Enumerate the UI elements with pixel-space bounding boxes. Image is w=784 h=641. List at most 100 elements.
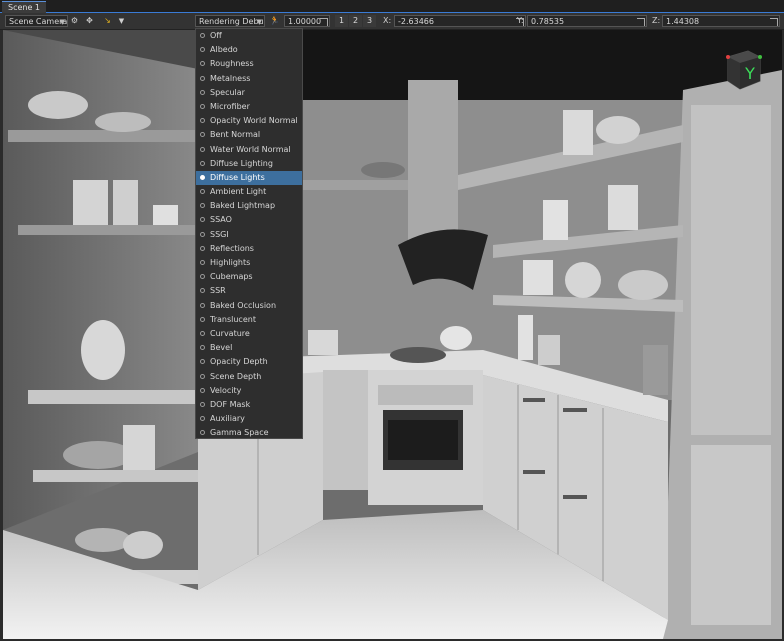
radio-icon	[200, 132, 205, 138]
y-label: Y:	[517, 16, 524, 25]
menu-item-label: Ambient Light	[210, 187, 267, 197]
menu-item-label: Diffuse Lighting	[210, 158, 273, 168]
y-coordinate-field[interactable]: 0.78535	[527, 15, 647, 27]
radio-icon	[200, 89, 205, 95]
menu-item-curvature[interactable]: Curvature	[196, 327, 302, 341]
y-value: 0.78535	[531, 17, 565, 26]
menu-item-scene-depth[interactable]: Scene Depth	[196, 370, 302, 384]
menu-item-label: Albedo	[210, 45, 238, 55]
menu-item-baked-occlusion[interactable]: Baked Occlusion	[196, 299, 302, 313]
menu-item-auxiliary[interactable]: Auxiliary	[196, 412, 302, 426]
radio-icon	[200, 302, 205, 308]
x-coordinate-field[interactable]: -2.63466	[394, 15, 526, 27]
view-1-button[interactable]: 1	[335, 15, 348, 27]
menu-item-ssr[interactable]: SSR	[196, 284, 302, 298]
render-mode-select[interactable]: Rendering Debug ▼	[195, 15, 265, 27]
radio-icon	[200, 75, 205, 81]
menu-item-dof-mask[interactable]: DOF Mask	[196, 398, 302, 412]
radio-icon	[200, 245, 205, 251]
radio-icon	[200, 359, 205, 365]
expand-icon	[637, 18, 645, 26]
radio-icon	[200, 61, 205, 67]
radio-icon	[200, 274, 205, 280]
menu-item-label: Bevel	[210, 343, 233, 353]
gear-icon[interactable]: ⚙	[68, 15, 81, 27]
radio-icon	[200, 189, 205, 195]
menu-item-label: SSGI	[210, 229, 229, 239]
menu-item-label: Metalness	[210, 73, 251, 83]
radio-icon	[200, 118, 205, 124]
kitchen-scene-render	[3, 30, 782, 639]
z-coordinate-field[interactable]: 1.44308	[662, 15, 780, 27]
chevron-down-icon[interactable]: ▼	[115, 15, 128, 27]
menu-item-translucent[interactable]: Translucent	[196, 313, 302, 327]
menu-item-gamma-space[interactable]: Gamma Space	[196, 426, 302, 440]
menu-item-label: SSAO	[210, 215, 232, 225]
menu-item-ambient-light[interactable]: Ambient Light	[196, 185, 302, 199]
menu-item-metalness[interactable]: Metalness	[196, 72, 302, 86]
menu-item-label: Specular	[210, 87, 245, 97]
render-mode-label: Rendering Debug	[199, 17, 265, 26]
expand-icon	[320, 18, 328, 26]
viewport-toolbar: Scene Camera ▼ ⚙ ✥ ↘ ▼ Rendering Debug ▼…	[0, 13, 784, 30]
radio-icon	[200, 330, 205, 336]
view-2-button[interactable]: 2	[349, 15, 362, 27]
menu-item-water-world-normal[interactable]: Water World Normal	[196, 143, 302, 157]
radio-icon	[200, 288, 205, 294]
menu-item-label: Cubemaps	[210, 272, 253, 282]
menu-item-label: Bent Normal	[210, 130, 261, 140]
menu-item-label: Auxiliary	[210, 414, 245, 424]
menu-item-ssgi[interactable]: SSGI	[196, 228, 302, 242]
radio-icon	[200, 33, 205, 38]
menu-item-roughness[interactable]: Roughness	[196, 57, 302, 71]
radio-icon	[200, 401, 205, 407]
chevron-down-icon: ▼	[59, 18, 65, 26]
radio-icon	[200, 387, 205, 393]
tab-scene-1[interactable]: Scene 1	[2, 1, 47, 13]
chevron-down-icon: ▼	[256, 18, 262, 26]
menu-item-specular[interactable]: Specular	[196, 86, 302, 100]
menu-item-label: Baked Lightmap	[210, 201, 276, 211]
menu-item-label: Opacity Depth	[210, 357, 268, 367]
move-icon[interactable]: ✥	[83, 15, 96, 27]
menu-item-opacity-depth[interactable]: Opacity Depth	[196, 355, 302, 369]
x-label: X:	[383, 16, 392, 25]
menu-item-label: Translucent	[210, 314, 256, 324]
menu-item-reflections[interactable]: Reflections	[196, 242, 302, 256]
z-label: Z:	[652, 16, 661, 25]
radio-icon	[200, 160, 205, 166]
menu-item-label: Scene Depth	[210, 371, 262, 381]
menu-item-opacity-world-normal[interactable]: Opacity World Normal	[196, 114, 302, 128]
radio-icon	[200, 47, 205, 53]
view-3-button[interactable]: 3	[363, 15, 376, 27]
menu-item-label: Off	[210, 31, 222, 40]
menu-item-diffuse-lights[interactable]: Diffuse Lights	[196, 170, 302, 186]
radio-icon	[200, 373, 205, 379]
axis-gizmo[interactable]: Y	[720, 47, 764, 91]
tab-bar: Scene 1	[0, 0, 784, 13]
menu-item-label: Opacity World Normal	[210, 116, 298, 126]
menu-item-label: Diffuse Lights	[210, 172, 265, 182]
menu-item-diffuse-lighting[interactable]: Diffuse Lighting	[196, 157, 302, 171]
menu-item-baked-lightmap[interactable]: Baked Lightmap	[196, 199, 302, 213]
camera-select-label: Scene Camera	[9, 17, 68, 26]
menu-item-off[interactable]: Off	[196, 29, 302, 43]
speed-field[interactable]: 1.00000	[284, 15, 330, 27]
scene-viewport[interactable]	[3, 30, 782, 639]
speed-value: 1.00000	[288, 17, 322, 26]
menu-item-highlights[interactable]: Highlights	[196, 256, 302, 270]
radio-icon	[200, 416, 205, 422]
menu-item-velocity[interactable]: Velocity	[196, 384, 302, 398]
menu-item-bent-normal[interactable]: Bent Normal	[196, 128, 302, 142]
menu-item-label: Water World Normal	[210, 144, 291, 154]
snap-icon[interactable]: ↘	[101, 15, 114, 27]
menu-item-albedo[interactable]: Albedo	[196, 43, 302, 57]
menu-item-label: Roughness	[210, 59, 254, 69]
menu-item-bevel[interactable]: Bevel	[196, 341, 302, 355]
menu-item-ssao[interactable]: SSAO	[196, 213, 302, 227]
menu-item-microfiber[interactable]: Microfiber	[196, 100, 302, 114]
axis-cube-icon: Y	[726, 50, 762, 90]
radio-icon	[200, 217, 205, 223]
menu-item-cubemaps[interactable]: Cubemaps	[196, 270, 302, 284]
camera-select[interactable]: Scene Camera ▼	[5, 15, 68, 27]
